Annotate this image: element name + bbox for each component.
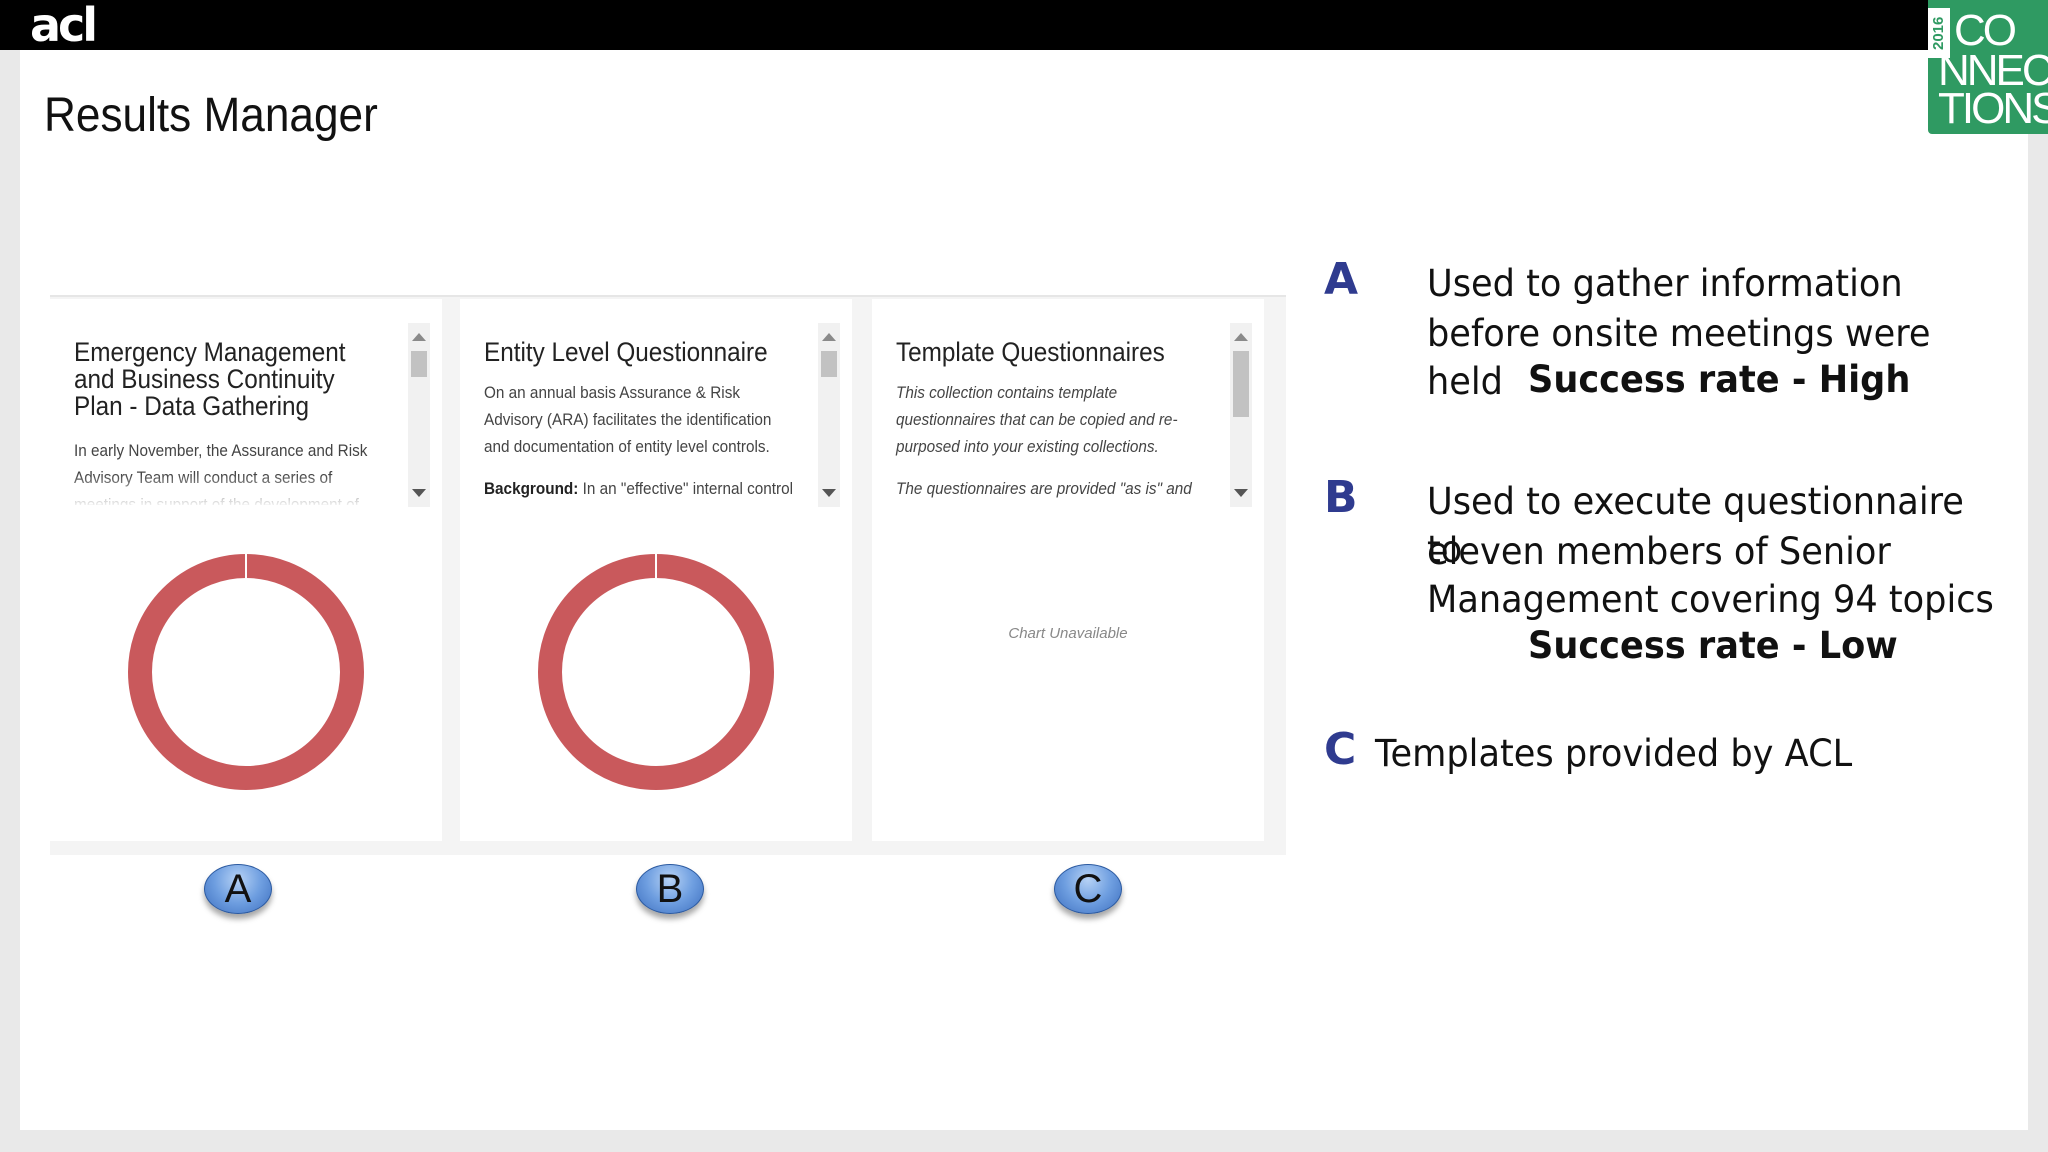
acl-logo: acl: [30, 0, 98, 52]
legend-letter-a: A: [1324, 254, 1359, 305]
scroll-thumb[interactable]: [411, 351, 427, 377]
background-text: In an "effective" internal control: [578, 479, 794, 498]
card-scrollbar[interactable]: [1230, 323, 1252, 507]
scroll-up-arrow-icon[interactable]: [1234, 333, 1248, 341]
slide-body: Results Manager Emergency Management and…: [20, 50, 2028, 1130]
legend-letter-b: B: [1324, 472, 1358, 523]
scroll-down-arrow-icon[interactable]: [1234, 489, 1248, 497]
legend-a-line1: Used to gather information: [1427, 262, 1903, 305]
cards-top-border: [50, 295, 1286, 297]
scroll-thumb[interactable]: [1233, 351, 1249, 417]
card-title[interactable]: Entity Level Questionnaire: [484, 339, 781, 366]
scroll-up-arrow-icon[interactable]: [822, 333, 836, 341]
donut-chart[interactable]: [533, 549, 779, 795]
card-background: Background: In an "effective" internal c…: [484, 475, 799, 507]
top-bar: acl: [0, 0, 2048, 50]
card-description-more: The questionnaires are provided "as is" …: [896, 479, 1192, 507]
text-fade: [50, 474, 410, 508]
card-scrollbar[interactable]: [408, 323, 430, 507]
scroll-thumb[interactable]: [821, 351, 837, 377]
card-scrollbar[interactable]: [818, 323, 840, 507]
card-title[interactable]: Template Questionnaires: [896, 339, 1193, 366]
card-description: This collection contains template questi…: [896, 383, 1178, 456]
legend-b-rate: Success rate - Low: [1528, 624, 1898, 667]
legend-b-line2: eleven members of Senior: [1427, 530, 1891, 573]
card-title[interactable]: Emergency Management and Business Contin…: [74, 339, 371, 420]
scroll-up-arrow-icon[interactable]: [412, 333, 426, 341]
connections-2016-logo: 2016 CO NNEC TIONS: [1928, 0, 2048, 134]
legend-a-rate: Success rate - High: [1528, 358, 1911, 401]
card-description: On an annual basis Assurance & Risk Advi…: [484, 383, 772, 456]
collection-card-entity-level[interactable]: Entity Level Questionnaire On an annual …: [460, 299, 852, 841]
page-title: Results Manager: [44, 89, 378, 142]
donut-ring: [128, 554, 364, 790]
scroll-down-arrow-icon[interactable]: [412, 489, 426, 497]
collection-card-template-questionnaires[interactable]: Template Questionnaires This collection …: [872, 299, 1264, 841]
collection-card-emergency-management[interactable]: Emergency Management and Business Contin…: [50, 299, 442, 841]
legend-c-line1: Templates provided by ACL: [1375, 732, 1853, 775]
donut-chart[interactable]: [123, 549, 369, 795]
donut-ring: [538, 554, 774, 790]
marker-c: C: [1054, 864, 1122, 914]
legend-letter-c: C: [1324, 724, 1357, 775]
scroll-down-arrow-icon[interactable]: [822, 489, 836, 497]
marker-b: B: [636, 864, 704, 914]
chart-unavailable-text: Chart Unavailable: [1008, 625, 1128, 642]
brand-line3: TIONS: [1938, 84, 2048, 133]
collection-cards: Emergency Management and Business Contin…: [50, 295, 1286, 855]
background-label: Background:: [484, 479, 579, 498]
legend-b-line3: Management covering 94 topics: [1427, 578, 1994, 621]
marker-a: A: [204, 864, 272, 914]
